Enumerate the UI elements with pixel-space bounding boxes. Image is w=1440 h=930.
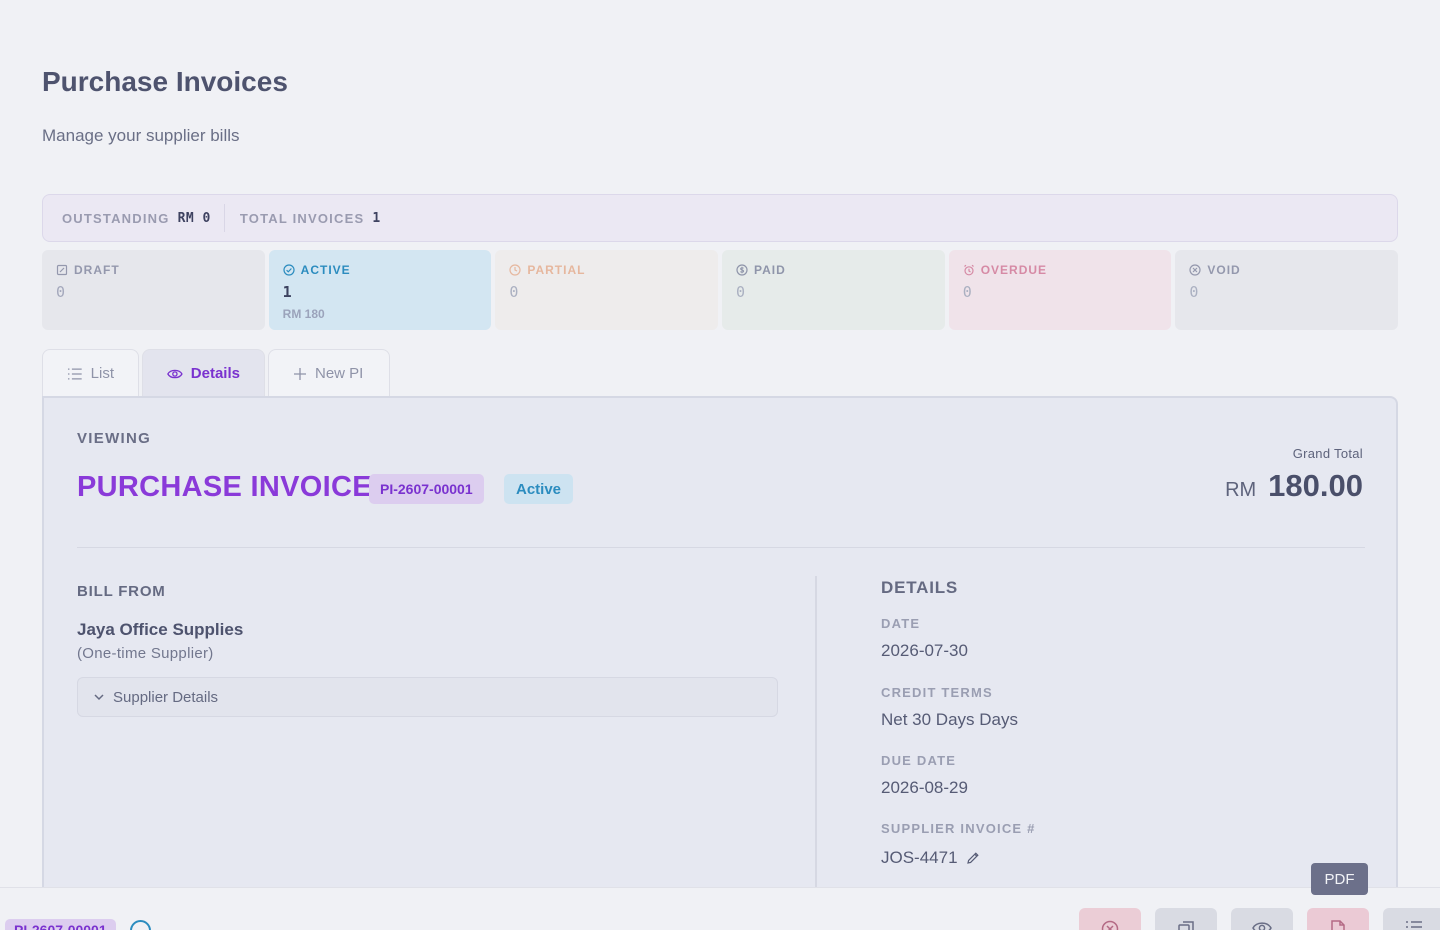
- column-divider: [815, 576, 817, 896]
- date-label: DATE: [881, 616, 921, 631]
- view-button[interactable]: [1231, 908, 1293, 930]
- credit-terms-field: CREDIT TERMS Net 30 Days Days: [881, 685, 1018, 730]
- status-card-count: 0: [736, 283, 746, 301]
- check-circle-icon: [130, 920, 151, 930]
- viewing-label: VIEWING: [77, 430, 152, 447]
- supplier-invoice-label: SUPPLIER INVOICE #: [881, 821, 1036, 836]
- chevron-down-icon: [94, 694, 104, 701]
- x-circle-icon: [1101, 920, 1119, 930]
- status-card-amount: RM 180: [282, 307, 325, 321]
- view-tabs: List Details New PI: [42, 349, 390, 397]
- copy-icon: [1178, 921, 1194, 930]
- details-heading: DETAILS: [881, 578, 959, 597]
- status-card-label: PARTIAL: [527, 263, 586, 277]
- summary-divider: [223, 204, 225, 232]
- supplier-invoice-value: JOS-4471: [881, 848, 958, 867]
- details-column: DETAILS DATE 2026-07-30 CREDIT TERMS Net…: [881, 578, 1034, 867]
- total-invoices-value: 1: [372, 210, 381, 226]
- supplier-name: Jaya Office Supplies: [77, 620, 244, 639]
- void-button[interactable]: [1079, 908, 1141, 930]
- bottom-invoice-badge: PI-2607-00001: [5, 919, 116, 930]
- plus-icon: [294, 367, 306, 380]
- eye-icon: [167, 369, 183, 378]
- duplicate-button[interactable]: [1155, 908, 1217, 930]
- list-view-button[interactable]: [1383, 908, 1440, 930]
- header-divider: [77, 547, 1365, 548]
- document-title: PURCHASE INVOICE: [77, 471, 372, 503]
- page-subtitle: Manage your supplier bills: [42, 126, 240, 145]
- tab-label: Details: [190, 365, 240, 382]
- dollar-circle-icon: [736, 264, 748, 276]
- credit-terms-label: CREDIT TERMS: [881, 685, 993, 700]
- status-card-draft[interactable]: DRAFT 0: [42, 250, 265, 330]
- status-card-count: 1: [282, 283, 292, 301]
- supplier-details-label: Supplier Details: [113, 688, 219, 706]
- status-card-label: DRAFT: [74, 263, 120, 277]
- outstanding-label: OUTSTANDING: [62, 210, 170, 226]
- clock-icon: [509, 264, 521, 276]
- file-pdf-icon: [1331, 920, 1345, 930]
- invoice-number-badge: PI-2607-00001: [369, 474, 484, 504]
- status-card-label: ACTIVE: [300, 263, 351, 277]
- alarm-icon: [963, 264, 974, 276]
- date-value: 2026-07-30: [881, 641, 968, 660]
- supplier-type: (One-time Supplier): [77, 645, 214, 662]
- page-title: Purchase Invoices: [42, 66, 288, 97]
- status-card-void[interactable]: VOID 0: [1175, 250, 1399, 330]
- status-card-count: 0: [56, 283, 66, 301]
- outstanding-value: RM 0: [177, 210, 211, 226]
- due-date-label: DUE DATE: [881, 753, 957, 768]
- status-card-active[interactable]: ACTIVE 1 RM 180: [268, 250, 492, 330]
- due-date-field: DUE DATE 2026-08-29: [881, 753, 968, 798]
- grand-total-currency: RM: [1225, 479, 1257, 501]
- status-card-label: PAID: [754, 263, 786, 277]
- status-card-label: OVERDUE: [980, 263, 1048, 277]
- supplier-invoice-row: JOS-4471: [881, 848, 1036, 868]
- pdf-button[interactable]: [1307, 908, 1369, 930]
- tab-list[interactable]: List: [42, 349, 139, 397]
- tab-label: New PI: [315, 365, 364, 382]
- list-icon: [67, 367, 82, 380]
- status-card-paid[interactable]: PAID 0: [722, 250, 945, 330]
- status-card-partial[interactable]: PARTIAL 0: [495, 250, 719, 330]
- eye-icon: [1252, 922, 1272, 930]
- status-badge: Active: [504, 474, 574, 504]
- tab-details[interactable]: Details: [142, 349, 265, 397]
- status-card-overdue[interactable]: OVERDUE 0: [948, 250, 1172, 330]
- x-circle-icon: [1189, 264, 1201, 276]
- bottom-action-bar: PI-2607-00001: [0, 887, 1440, 930]
- draft-icon: [56, 264, 68, 276]
- supplier-details-toggle[interactable]: Supplier Details: [77, 677, 778, 717]
- grand-total-amount: 180.00: [1268, 468, 1363, 503]
- status-card-count: 0: [962, 283, 972, 301]
- status-card-count: 0: [509, 283, 519, 301]
- bill-from-label: BILL FROM: [77, 583, 166, 600]
- grand-total-label: Grand Total: [1292, 446, 1363, 461]
- grand-total: RM 180.00: [1225, 468, 1363, 504]
- invoice-detail-panel: VIEWING PURCHASE INVOICE PI-2607-00001 A…: [42, 396, 1398, 930]
- status-card-count: 0: [1189, 283, 1199, 301]
- supplier-invoice-field: SUPPLIER INVOICE # JOS-4471: [881, 821, 1036, 868]
- check-circle-icon: [283, 264, 295, 276]
- pencil-icon[interactable]: [966, 851, 980, 865]
- credit-terms-value: Net 30 Days Days: [881, 710, 1018, 729]
- total-invoices-summary: TOTAL INVOICES 1: [240, 211, 381, 226]
- list-icon: [1406, 921, 1422, 928]
- tab-label: List: [90, 365, 114, 382]
- pdf-tooltip: PDF: [1311, 863, 1368, 895]
- tab-new-pi[interactable]: New PI: [268, 349, 390, 397]
- status-card-label: VOID: [1207, 263, 1241, 277]
- outstanding-summary: OUTSTANDING RM 0: [62, 211, 211, 226]
- status-cards: DRAFT 0 ACTIVE 1 RM 180 PARTIAL 0 PAID 0: [42, 250, 1399, 330]
- due-date-value: 2026-08-29: [881, 778, 968, 797]
- summary-bar: OUTSTANDING RM 0 TOTAL INVOICES 1: [42, 194, 1398, 242]
- date-field: DATE 2026-07-30: [881, 616, 968, 661]
- total-invoices-label: TOTAL INVOICES: [239, 210, 365, 226]
